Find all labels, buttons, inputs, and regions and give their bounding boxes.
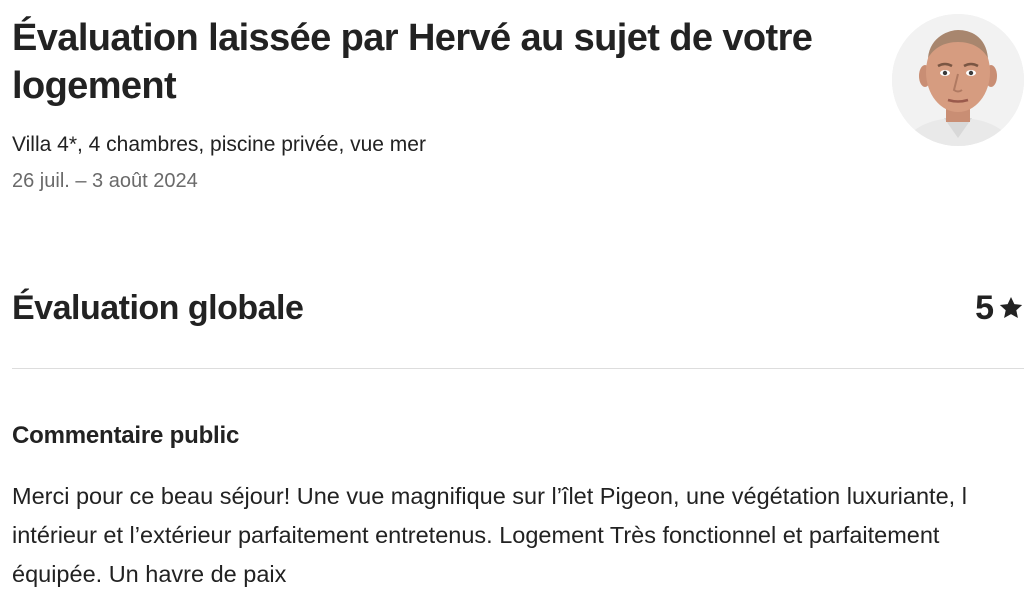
stay-dates: 26 juil. – 3 août 2024: [12, 170, 198, 192]
overall-rating-label: Évaluation globale: [12, 289, 304, 327]
review-page: Évaluation laissée par Hervé au sujet de…: [0, 0, 1036, 594]
review-header: Évaluation laissée par Hervé au sujet de…: [12, 14, 832, 194]
overall-rating-value: 5: [975, 289, 994, 327]
avatar-photo: [892, 14, 1024, 146]
section-divider: [12, 368, 1024, 369]
avatar[interactable]: [892, 14, 1024, 146]
overall-rating-row: Évaluation globale 5: [12, 286, 1024, 332]
page-title: Évaluation laissée par Hervé au sujet de…: [12, 17, 813, 107]
public-comment-heading: Commentaire public: [12, 422, 240, 449]
star-icon: [999, 296, 1023, 318]
public-comment-text: Merci pour ce beau séjour! Une vue magni…: [12, 483, 967, 587]
overall-rating: 5: [975, 286, 1024, 330]
listing-name: Villa 4*, 4 chambres, piscine privée, vu…: [12, 133, 426, 156]
